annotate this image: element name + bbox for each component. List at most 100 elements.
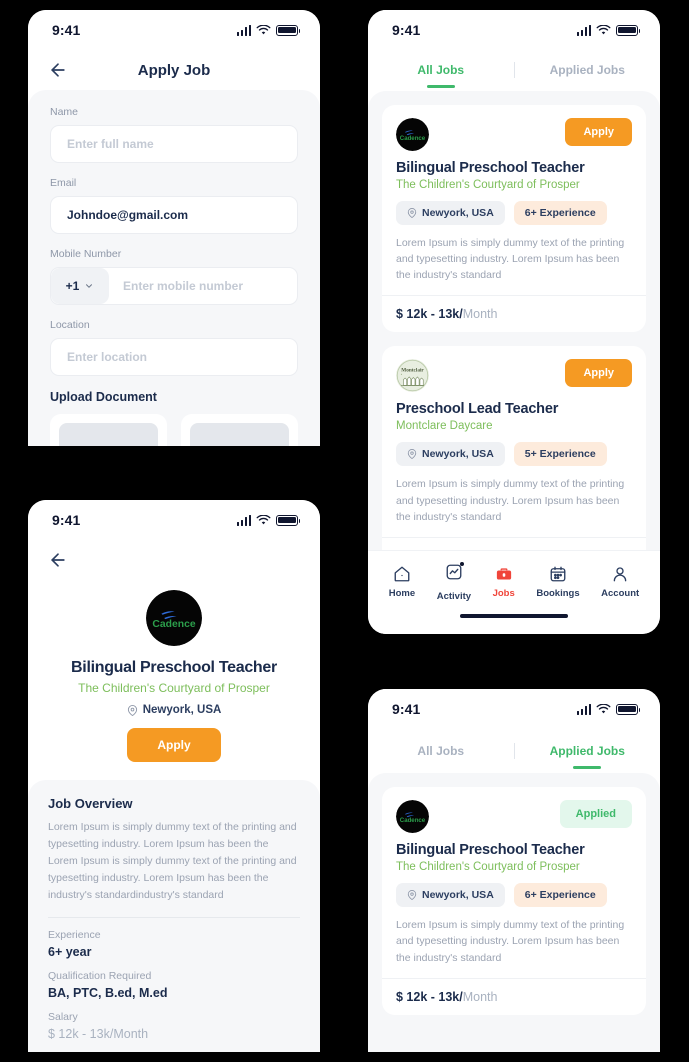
home-icon bbox=[394, 566, 410, 582]
detail-key: Experience bbox=[48, 929, 101, 941]
country-code-select[interactable]: +1 bbox=[51, 268, 109, 304]
job-card-body: Bilingual Preschool Teacher The Children… bbox=[382, 151, 646, 296]
arrow-left-icon[interactable] bbox=[48, 550, 68, 570]
jobs-list-scroll[interactable]: Cadence Apply Bilingual Preschool Teache… bbox=[368, 90, 660, 550]
name-input[interactable]: Enter full name bbox=[50, 125, 298, 163]
navbar: Apply Job bbox=[28, 50, 320, 90]
location-chip: Newyork, USA bbox=[396, 442, 505, 467]
location-pin-icon bbox=[407, 207, 417, 218]
upload-preview bbox=[190, 423, 289, 446]
upload-document-title: Upload Document bbox=[50, 390, 157, 404]
apply-form: Name Enter full name Email Johndoe@gmail… bbox=[28, 90, 320, 446]
email-label: Email bbox=[50, 177, 77, 189]
phone-apply-job: 9:41 Apply Job Name Enter full name Emai… bbox=[28, 10, 320, 446]
montclair-logo: Montclair bbox=[396, 359, 429, 393]
job-chips: Newyork, USA 6+ Experience bbox=[396, 200, 632, 225]
upload-slot[interactable] bbox=[181, 414, 298, 446]
nav-item-home[interactable]: Home bbox=[389, 565, 415, 599]
nav-item-account[interactable]: Account bbox=[601, 565, 639, 599]
location-pin-icon bbox=[127, 704, 137, 716]
status-time: 9:41 bbox=[52, 512, 81, 528]
job-chips: Newyork, USA 5+ Experience bbox=[396, 442, 632, 467]
job-card-header: Cadence Applied bbox=[382, 787, 646, 833]
detail-value: 6+ year bbox=[48, 945, 92, 959]
nav-label-home: Home bbox=[388, 588, 416, 600]
activity-icon-wrap bbox=[445, 561, 464, 586]
signal-icon bbox=[576, 24, 591, 36]
experience-chip: 5+ Experience bbox=[513, 442, 607, 467]
mobile-label: Mobile Number bbox=[50, 248, 122, 260]
signal-icon bbox=[576, 703, 591, 715]
svg-text:Montclair: Montclair bbox=[401, 368, 424, 374]
svg-text:Cadence: Cadence bbox=[152, 619, 195, 630]
phone-job-detail: 9:41 Cadence Bilingual Preschool Teacher… bbox=[28, 500, 320, 1052]
upload-slot[interactable] bbox=[50, 414, 167, 446]
job-card[interactable]: Montclair Apply Preschool Lead Teacher M… bbox=[382, 346, 646, 550]
nav-item-bookings[interactable]: Bookings bbox=[536, 565, 580, 600]
apply-button[interactable]: Apply bbox=[127, 728, 221, 762]
salary: $ 12k - 13k/Month bbox=[396, 990, 632, 1004]
location-chip-label: Newyork, USA bbox=[422, 889, 494, 901]
mobile-number-input[interactable]: Enter mobile number bbox=[109, 279, 243, 293]
job-card-body: Bilingual Preschool Teacher The Children… bbox=[382, 833, 646, 978]
name-label: Name bbox=[50, 106, 79, 118]
wifi-icon bbox=[596, 24, 611, 34]
detail-row-experience: Experience 6+ year bbox=[48, 918, 300, 959]
country-code-value: +1 bbox=[65, 279, 80, 293]
apply-button[interactable]: Apply bbox=[565, 117, 632, 146]
status-icons bbox=[576, 24, 641, 36]
nav-label-bookings: Bookings bbox=[536, 588, 580, 600]
status-icons bbox=[576, 703, 641, 715]
job-company: Montclare Daycare bbox=[396, 420, 493, 433]
job-title: Preschool Lead Teacher bbox=[396, 401, 559, 418]
applied-list-scroll[interactable]: Cadence Applied Bilingual Preschool Teac… bbox=[368, 773, 660, 1052]
job-card[interactable]: Cadence Applied Bilingual Preschool Teac… bbox=[382, 787, 646, 1015]
cadence-logo: Cadence bbox=[396, 800, 429, 833]
job-card[interactable]: Cadence Apply Bilingual Preschool Teache… bbox=[382, 104, 646, 333]
salary-amount: $ 12k - 13k/ bbox=[396, 989, 463, 1004]
nav-item-jobs[interactable]: Jobs bbox=[493, 565, 515, 599]
overview-text: Lorem Ipsum is simply dummy text of the … bbox=[48, 819, 300, 918]
battery-icon bbox=[276, 514, 301, 526]
status-icons bbox=[236, 24, 301, 36]
salary-amount: $ 12k - 13k/ bbox=[396, 307, 463, 322]
job-card-footer: $ 10k - 12k/Month bbox=[382, 537, 646, 550]
arrow-left-icon[interactable] bbox=[48, 60, 68, 80]
job-card-footer: $ 12k - 13k/Month bbox=[382, 977, 646, 1015]
location-input[interactable]: Enter location bbox=[50, 338, 298, 376]
apply-button[interactable]: Apply bbox=[565, 359, 632, 388]
signal-icon bbox=[236, 514, 251, 526]
tab-applied-jobs[interactable]: Applied Jobs bbox=[515, 63, 661, 77]
email-input[interactable]: Johndoe@gmail.com bbox=[50, 196, 298, 234]
battery-icon bbox=[616, 703, 641, 715]
chevron-down-icon bbox=[86, 284, 93, 288]
nav-label-jobs: Jobs bbox=[492, 588, 515, 600]
tab-all-jobs[interactable]: All Jobs bbox=[368, 63, 514, 77]
mobile-input-row: +1 Enter mobile number bbox=[50, 267, 298, 305]
home-indicator bbox=[368, 613, 660, 634]
job-card-footer: $ 12k - 13k/Month bbox=[382, 295, 646, 332]
status-bar: 9:41 bbox=[368, 689, 660, 729]
wifi-icon bbox=[256, 24, 271, 34]
job-card-header: Cadence Apply bbox=[382, 105, 646, 151]
nav-item-activity[interactable]: Activity bbox=[437, 561, 471, 602]
tab-all-jobs[interactable]: All Jobs bbox=[368, 744, 514, 758]
location-chip-label: Newyork, USA bbox=[422, 206, 494, 219]
wifi-icon bbox=[596, 703, 611, 713]
upload-preview bbox=[59, 423, 158, 446]
activity-badge bbox=[459, 561, 464, 566]
job-description: Lorem Ipsum is simply dummy text of the … bbox=[396, 478, 625, 523]
navbar bbox=[28, 540, 320, 580]
salary-period: Month bbox=[462, 307, 498, 322]
location-pin-icon bbox=[407, 890, 417, 900]
battery-icon bbox=[276, 24, 301, 36]
job-description: Lorem Ipsum is simply dummy text of the … bbox=[396, 236, 625, 282]
job-title: Bilingual Preschool Teacher bbox=[71, 659, 277, 676]
status-bar: 9:41 bbox=[28, 10, 320, 50]
tab-applied-jobs[interactable]: Applied Jobs bbox=[515, 744, 661, 758]
briefcase-icon bbox=[496, 568, 511, 580]
job-card-body: Preschool Lead Teacher Montclare Daycare… bbox=[382, 392, 646, 537]
detail-value: $ 12k - 13k/Month bbox=[48, 1027, 300, 1041]
wifi-icon bbox=[256, 514, 271, 524]
job-company: The Children's Courtyard of Prosper bbox=[78, 681, 270, 695]
